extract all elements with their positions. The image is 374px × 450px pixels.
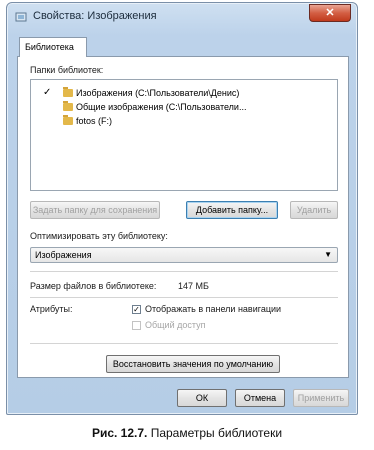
- chevron-down-icon: ▼: [324, 250, 332, 259]
- add-folder-button[interactable]: Добавить папку...: [186, 201, 278, 219]
- library-icon: [15, 12, 27, 22]
- close-icon: ✕: [325, 7, 335, 19]
- list-item[interactable]: fotos (F:): [31, 114, 337, 128]
- optimize-value: Изображения: [35, 250, 92, 260]
- set-save-folder-button[interactable]: Задать папку для сохранения: [30, 201, 160, 219]
- folder-path: fotos (F:): [76, 116, 113, 126]
- size-value: 147 МБ: [178, 281, 209, 291]
- apply-button[interactable]: Применить: [293, 389, 349, 407]
- list-item[interactable]: ✓ Изображения (C:\Пользователи\Денис): [31, 86, 337, 100]
- restore-defaults-button[interactable]: Восстановить значения по умолчанию: [106, 355, 280, 373]
- folders-list[interactable]: ✓ Изображения (C:\Пользователи\Денис) Об…: [30, 79, 338, 191]
- figure-number: Рис. 12.7.: [91, 426, 148, 440]
- title-bar[interactable]: Свойства: Изображения ✕: [7, 3, 357, 31]
- properties-window: Свойства: Изображения ✕ Библиотека Папки…: [6, 2, 358, 415]
- optimize-select[interactable]: Изображения ▼: [30, 247, 338, 263]
- tab-library[interactable]: Библиотека: [19, 37, 87, 57]
- divider: [30, 271, 338, 272]
- optimize-label: Оптимизировать эту библиотеку:: [30, 231, 168, 241]
- figure-caption: Рис. 12.7. Параметры библиотеки: [0, 426, 374, 440]
- shared-access-label: Общий доступ: [145, 320, 206, 330]
- show-in-navigation-label: Отображать в панели навигации: [145, 304, 282, 314]
- size-label: Размер файлов в библиотеке:: [30, 281, 157, 291]
- divider: [30, 297, 338, 298]
- attributes-label: Атрибуты:: [30, 304, 73, 314]
- folder-icon: [63, 115, 73, 125]
- show-in-navigation-checkbox[interactable]: ✓: [132, 305, 141, 314]
- folder-path: Общие изображения (C:\Пользователи...: [76, 102, 247, 112]
- window-title: Свойства: Изображения: [33, 10, 157, 22]
- folder-icon: [63, 87, 73, 97]
- figure-caption-text: Параметры библиотеки: [147, 426, 283, 440]
- checkmark-icon: ✓: [133, 305, 140, 314]
- remove-button[interactable]: Удалить: [290, 201, 338, 219]
- shared-access-checkbox[interactable]: [132, 321, 141, 330]
- folders-label: Папки библиотек:: [30, 65, 104, 75]
- list-item[interactable]: Общие изображения (C:\Пользователи...: [31, 100, 337, 114]
- divider: [30, 343, 338, 344]
- ok-button[interactable]: ОК: [177, 389, 227, 407]
- folder-path: Изображения (C:\Пользователи\Денис): [76, 88, 240, 98]
- library-panel: Папки библиотек: ✓ Изображения (C:\Польз…: [17, 56, 349, 378]
- folder-icon: [63, 101, 73, 111]
- close-button[interactable]: ✕: [309, 4, 351, 22]
- cancel-button[interactable]: Отмена: [235, 389, 285, 407]
- default-save-check-icon: ✓: [43, 87, 52, 98]
